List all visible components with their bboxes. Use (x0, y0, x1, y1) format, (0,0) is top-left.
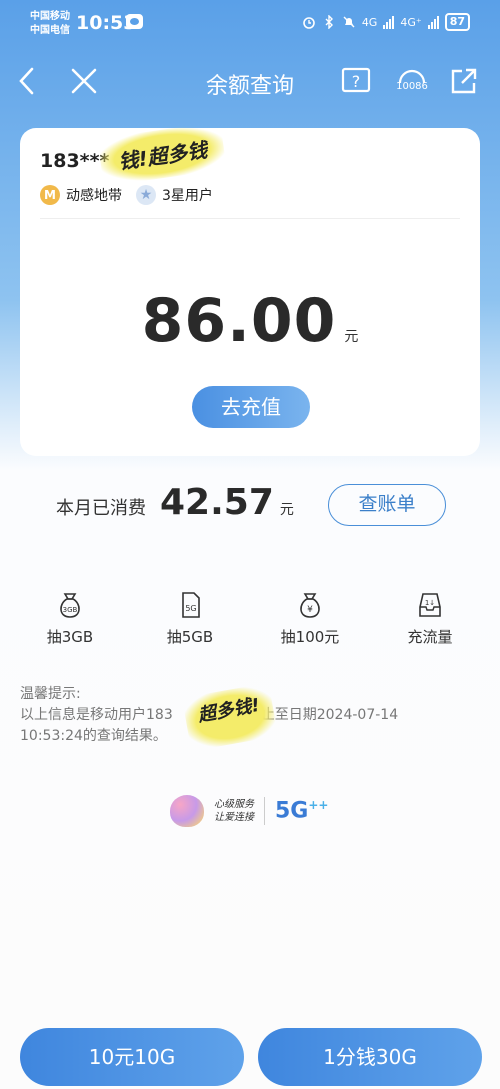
nav-bar: 余额查询 ? 10086 (0, 55, 500, 107)
recharge-button[interactable]: 去充值 (192, 386, 310, 428)
brand-divider (264, 797, 265, 825)
monthly-amount: 42.57 (160, 482, 274, 523)
quick-action-3gb[interactable]: 3GB 抽3GB (20, 590, 120, 647)
customer-service-button[interactable]: 10086 (392, 63, 432, 99)
bluetooth-icon (325, 15, 333, 29)
sticker-overlay: 钱!超多钱 (97, 121, 227, 187)
monthly-unit: 元 (279, 502, 294, 518)
brand-slogan: 心级服务 让爱连接 (214, 798, 254, 824)
money-bag-icon: ¥ (300, 593, 320, 618)
offer-30g-button[interactable]: 1分钱30G (258, 1028, 482, 1086)
signal-2-icon (427, 15, 439, 29)
offer-10g-button[interactable]: 10元10G (20, 1028, 244, 1086)
account-tags: M 动感地带 ★ 3星用户 (40, 185, 213, 205)
quick-action-label: 抽100元 (280, 628, 340, 646)
quick-action-5gb[interactable]: 5G 抽5GB (140, 590, 240, 647)
star-icon: ★ (136, 185, 156, 205)
sim-card-icon: 5G (182, 592, 200, 618)
5g-logo: 5G++ (275, 798, 328, 823)
network-2-label: 4G⁺ (400, 15, 422, 29)
tip-line-1-end: 止至日期2024-07-14 (260, 707, 399, 723)
balance-unit: 元 (344, 329, 359, 345)
qa-4-icon-text: 1↓ (425, 599, 435, 607)
svg-text:?: ? (352, 72, 361, 91)
balance-display: 86.00 元 (20, 286, 480, 356)
tag-brand: M 动感地带 (40, 185, 122, 205)
signal-1-icon (383, 15, 395, 29)
quick-actions: 3GB 抽3GB 5G 抽5GB ¥ 抽100元 1↓ 充流量 (20, 590, 480, 647)
view-bill-button[interactable]: 查账单 (328, 484, 446, 526)
quick-action-100-yuan[interactable]: ¥ 抽100元 (260, 590, 360, 647)
qa-1-icon-text: 3GB (63, 606, 78, 614)
quick-action-label: 抽5GB (166, 628, 214, 646)
divider (40, 218, 460, 219)
balance-amount: 86.00 (141, 286, 337, 356)
money-bag-icon: 3GB (60, 593, 80, 618)
quick-action-top-up-data[interactable]: 1↓ 充流量 (380, 590, 480, 647)
network-1-label: 4G (361, 15, 378, 29)
quick-action-label: 充流量 (407, 628, 453, 646)
brand-slogan-1: 心级服务 (214, 799, 254, 810)
monthly-consumption: 本月已消费 42.57 元 (56, 482, 294, 523)
wechat-notification-icon (126, 14, 143, 29)
carrier-1: 中国移动 (30, 11, 70, 22)
carrier-2: 中国电信 (30, 25, 70, 36)
quick-action-label: 抽3GB (46, 628, 94, 646)
monthly-label: 本月已消费 (56, 498, 146, 519)
battery-icon: 87 (444, 13, 470, 31)
5g-logo-sup: ++ (308, 798, 329, 813)
brand-slogan-2: 让爱连接 (214, 812, 254, 823)
help-icon[interactable]: ? (340, 65, 372, 97)
mute-bell-icon (343, 16, 355, 28)
share-icon[interactable] (448, 65, 480, 97)
brand-logo: 心级服务 让爱连接 5G++ (170, 795, 328, 827)
alarm-icon (303, 17, 315, 29)
heart-logo-icon (170, 795, 204, 827)
status-bar: 中国移动 中国电信 10:53 4G 4G⁺ 87 (0, 0, 500, 48)
tag-star-level: ★ 3星用户 (136, 185, 213, 205)
balance-card: 183*** 钱!超多钱 M 动感地带 ★ 3星用户 86.00 元 去充值 (20, 121, 480, 456)
qa-3-icon-text: ¥ (307, 605, 313, 615)
tip-line-1-start: 以上信息是移动用户183 (20, 707, 173, 723)
qa-2-icon-text: 5G (185, 604, 196, 613)
service-number: 10086 (396, 81, 428, 92)
data-tray-icon: 1↓ (419, 593, 441, 617)
status-icons: 4G 4G⁺ 87 (302, 13, 470, 31)
tag-brand-label: 动感地带 (66, 188, 122, 204)
5g-logo-text: 5G (275, 798, 309, 824)
tag-star-label: 3星用户 (162, 188, 213, 204)
mzone-icon: M (40, 185, 60, 205)
carrier-info: 中国移动 中国电信 (30, 10, 70, 38)
